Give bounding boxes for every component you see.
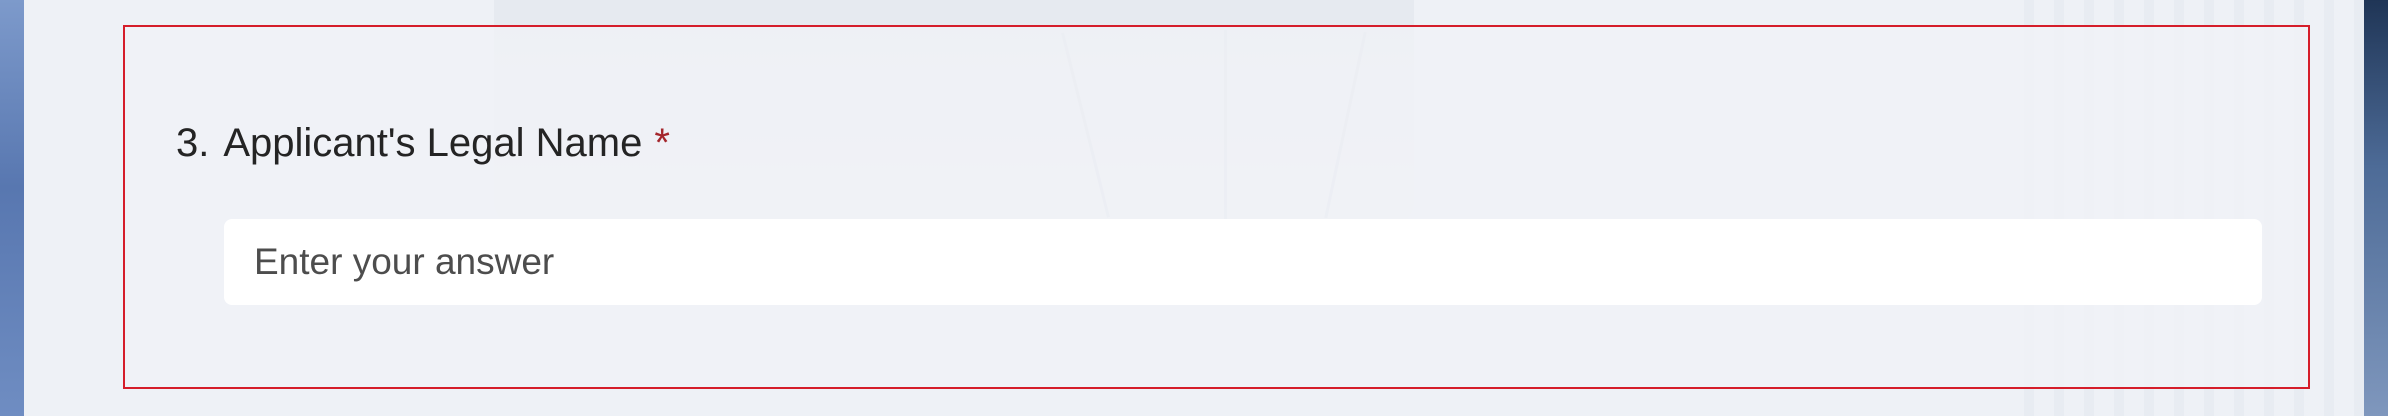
form-page-surface: 3. Applicant's Legal Name * — [24, 0, 2364, 416]
question-number: 3. — [176, 121, 210, 165]
required-asterisk: * — [654, 121, 670, 165]
background-right-edge — [2364, 0, 2388, 416]
question-card: 3. Applicant's Legal Name * — [123, 25, 2310, 389]
question-label: Applicant's Legal Name — [223, 121, 643, 165]
background-left-edge — [0, 0, 24, 416]
answer-text-input[interactable] — [224, 219, 2262, 305]
question-title: 3. Applicant's Legal Name * — [176, 119, 670, 167]
